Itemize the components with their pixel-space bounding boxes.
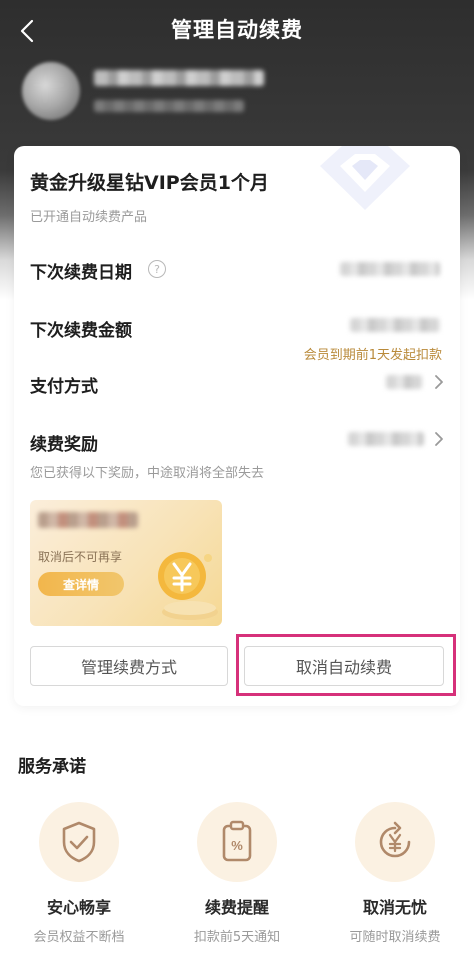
promise-title: 取消无忧: [362, 898, 427, 917]
manage-payment-method-button[interactable]: 管理续费方式: [30, 646, 228, 686]
help-icon[interactable]: ?: [148, 260, 166, 278]
coupon-title-redacted: [38, 512, 138, 528]
view-details-button[interactable]: 查详情: [38, 572, 124, 596]
service-promise-title: 服务承诺: [18, 757, 86, 777]
subscription-card: 黄金升级星钻VIP会员1个月 已开通自动续费产品 下次续费日期 ? 下次续费金额…: [14, 146, 460, 706]
reminder-note-icon: %: [222, 820, 252, 862]
deduction-note: 会员到期前1天发起扣款: [303, 348, 442, 363]
renewal-reward-label: 续费奖励: [30, 435, 98, 455]
user-name-redacted: [94, 70, 264, 86]
promise-item-cancel: 取消无忧 可随时取消续费: [316, 802, 474, 945]
cancel-auto-renewal-button[interactable]: 取消自动续费: [244, 646, 444, 686]
promise-subtitle: 扣款前5天通知: [193, 930, 281, 945]
promise-subtitle: 会员权益不断档: [33, 930, 125, 945]
reward-note: 您已获得以下奖励，中途取消将全部失去: [30, 466, 265, 481]
next-renewal-amount-label: 下次续费金额: [30, 321, 132, 341]
reward-coupon[interactable]: 取消后不可再享 查详情: [30, 500, 222, 626]
page-title: 管理自动续费: [171, 18, 303, 42]
shield-check-icon: [62, 821, 96, 863]
payment-method-value-redacted[interactable]: [386, 375, 422, 389]
subscription-status: 已开通自动续费产品: [30, 210, 148, 225]
renewal-reward-value-redacted[interactable]: [348, 432, 424, 446]
avatar: [22, 62, 80, 120]
svg-text:%: %: [231, 838, 243, 853]
promise-title: 续费提醒: [204, 898, 269, 917]
next-renewal-date-value-redacted: [340, 262, 440, 276]
product-name: 黄金升级星钻VIP会员1个月: [30, 172, 269, 194]
promise-item-reminder: % 续费提醒 扣款前5天通知: [158, 802, 316, 945]
user-info-redacted: [94, 100, 244, 112]
promise-title: 安心畅享: [46, 898, 111, 917]
payment-method-label: 支付方式: [30, 377, 98, 397]
chevron-right-icon[interactable]: [432, 431, 446, 447]
next-renewal-amount-value-redacted: [350, 318, 440, 332]
promise-item-worry-free: 安心畅享 会员权益不断档: [0, 802, 158, 945]
vip-watermark-icon: [320, 146, 410, 210]
coupon-note: 取消后不可再享: [38, 550, 123, 564]
next-renewal-date-label: 下次续费日期: [30, 263, 132, 283]
refund-cycle-icon: [379, 821, 411, 858]
promise-subtitle: 可随时取消续费: [349, 930, 441, 945]
coin-icon: [158, 552, 218, 620]
chevron-right-icon[interactable]: [432, 374, 446, 390]
